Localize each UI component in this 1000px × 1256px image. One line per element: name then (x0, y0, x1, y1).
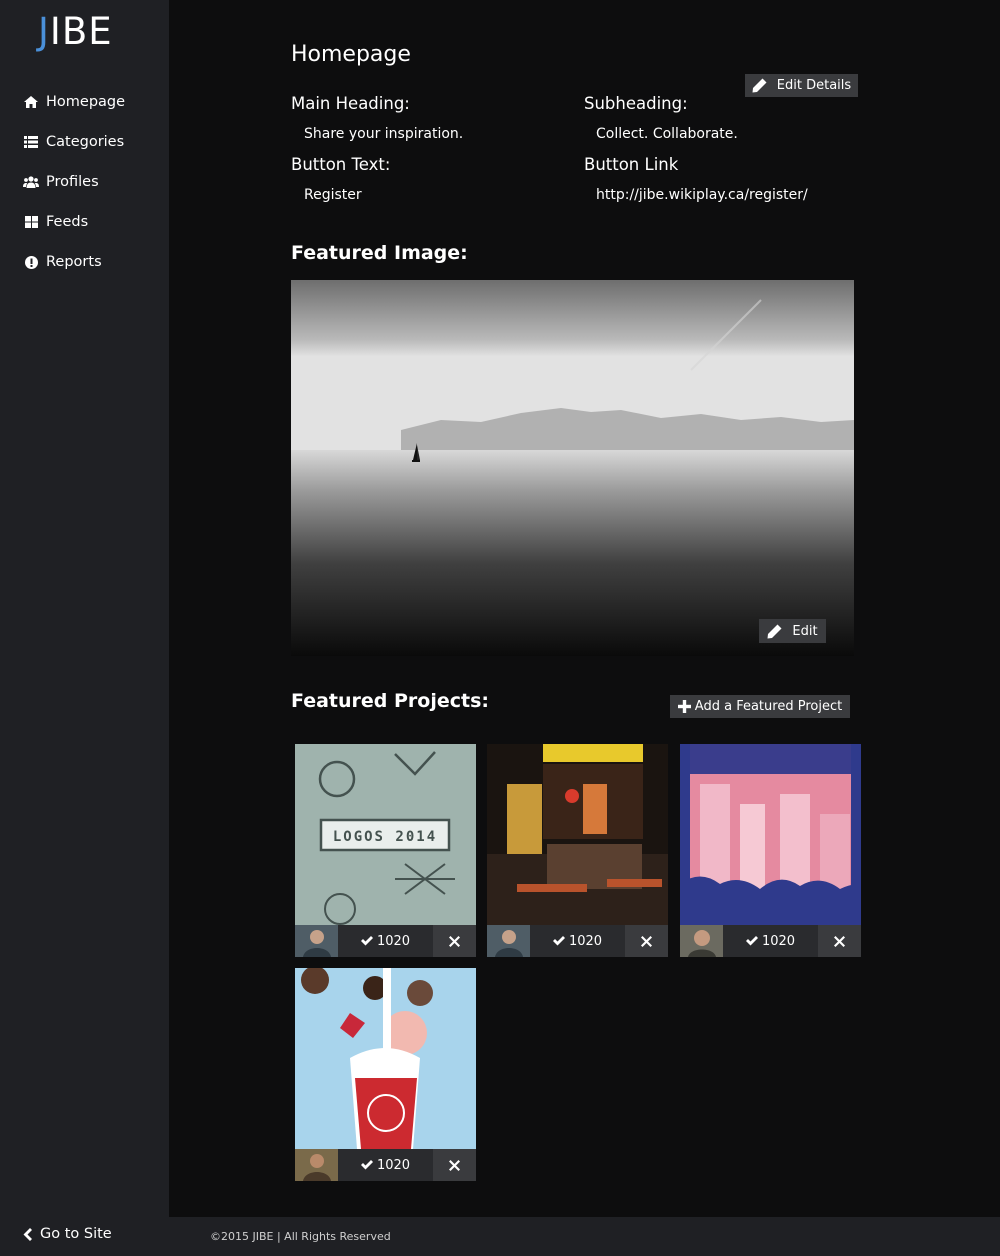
edit-details-button[interactable]: Edit Details (745, 74, 858, 97)
avatar[interactable] (295, 925, 338, 957)
add-featured-project-label: Add a Featured Project (694, 699, 843, 714)
project-thumbnail[interactable]: LOGOS 2014 (295, 744, 476, 925)
close-icon (641, 935, 652, 947)
sidebar-item-homepage[interactable]: Homepage (0, 82, 169, 122)
check-icon (745, 936, 758, 946)
edit-details-label: Edit Details (776, 78, 852, 93)
page-title: Homepage (291, 42, 411, 67)
plus-icon (677, 700, 691, 713)
users-icon (23, 175, 39, 189)
sidebar-item-label: Profiles (46, 174, 99, 190)
avatar[interactable] (295, 1149, 338, 1181)
close-icon (449, 1159, 460, 1171)
featured-image (291, 280, 854, 656)
avatar[interactable] (680, 925, 723, 957)
edit-image-button[interactable]: Edit (759, 619, 826, 643)
list-icon (23, 135, 39, 149)
sidebar-item-categories[interactable]: Categories (0, 122, 169, 162)
home-icon (23, 95, 39, 109)
pencil-icon (767, 624, 782, 638)
like-count-button[interactable]: 1020 (338, 1149, 433, 1181)
sidebar-item-reports[interactable]: Reports (0, 242, 169, 282)
grid-icon (23, 215, 39, 229)
like-count: 1020 (568, 933, 603, 949)
like-count: 1020 (376, 1157, 411, 1173)
exclamation-icon (23, 255, 39, 269)
close-icon (834, 935, 845, 947)
subheading-value: Collect. Collaborate. (596, 126, 738, 142)
like-count-button[interactable]: 1020 (530, 925, 625, 957)
footer: ©2015 JIBE | All Rights Reserved (169, 1217, 1000, 1256)
logo-letters: IBE (49, 10, 113, 53)
sidebar-item-feeds[interactable]: Feeds (0, 202, 169, 242)
avatar[interactable] (487, 925, 530, 957)
project-thumbnail[interactable] (295, 968, 476, 1149)
logo-letter-j: J (38, 10, 50, 53)
chevron-left-icon (23, 1227, 32, 1241)
sidebar-nav: Homepage Categories Profiles Feeds Repor… (0, 82, 169, 282)
like-count: 1020 (761, 933, 796, 949)
remove-project-button[interactable] (433, 1149, 476, 1181)
sidebar-item-label: Categories (46, 134, 125, 150)
project-thumbnail[interactable] (487, 744, 668, 925)
project-card[interactable]: 1020 (487, 744, 668, 957)
button-link-label: Button Link (584, 155, 679, 174)
project-card[interactable]: 1020 (295, 968, 476, 1181)
pencil-icon (752, 78, 767, 93)
project-card[interactable]: 1020 (680, 744, 861, 957)
like-count-button[interactable]: 1020 (338, 925, 433, 957)
sidebar-item-label: Reports (46, 254, 102, 270)
project-thumbnail[interactable] (680, 744, 861, 925)
add-featured-project-button[interactable]: Add a Featured Project (670, 695, 850, 718)
sidebar-item-label: Homepage (46, 94, 126, 110)
remove-project-button[interactable] (818, 925, 861, 957)
main-heading-value: Share your inspiration. (304, 126, 464, 142)
close-icon (449, 935, 460, 947)
remove-project-button[interactable] (625, 925, 668, 957)
like-count: 1020 (376, 933, 411, 949)
jibe-logo[interactable]: JIBE (38, 10, 113, 53)
copyright-text: ©2015 JIBE | All Rights Reserved (210, 1230, 391, 1243)
check-icon (360, 936, 373, 946)
featured-image-title: Featured Image: (291, 242, 468, 264)
button-link-value: http://jibe.wikiplay.ca/register/ (596, 187, 808, 203)
subheading-label: Subheading: (584, 94, 688, 113)
svg-text:LOGOS 2014: LOGOS 2014 (333, 829, 437, 845)
main-heading-label: Main Heading: (291, 94, 410, 113)
like-count-button[interactable]: 1020 (723, 925, 818, 957)
sidebar-item-label: Feeds (46, 214, 89, 230)
sidebar-item-profiles[interactable]: Profiles (0, 162, 169, 202)
check-icon (360, 1160, 373, 1170)
button-text-label: Button Text: (291, 155, 391, 174)
go-to-site-label: Go to Site (40, 1226, 112, 1242)
go-to-site-link[interactable]: Go to Site (23, 1226, 112, 1242)
button-text-value: Register (304, 187, 362, 203)
remove-project-button[interactable] (433, 925, 476, 957)
featured-projects-title: Featured Projects: (291, 690, 489, 712)
check-icon (552, 936, 565, 946)
project-card[interactable]: LOGOS 2014 1020 (295, 744, 476, 957)
sidebar: JIBE Homepage Categories Profiles Feeds (0, 0, 169, 1256)
edit-image-label: Edit (792, 623, 818, 639)
